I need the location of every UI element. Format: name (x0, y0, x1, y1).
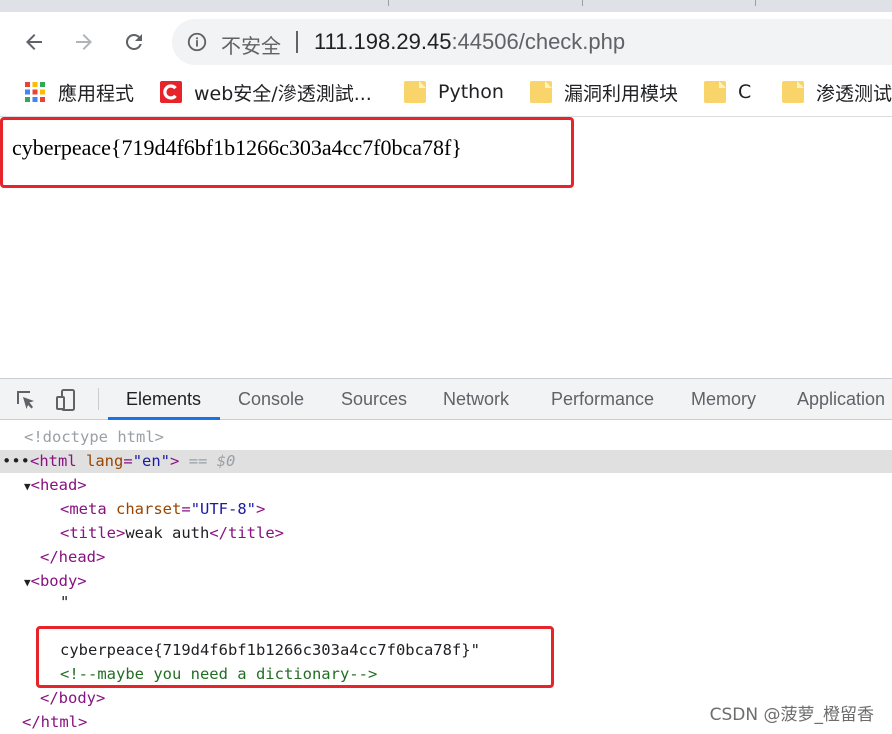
folder-icon (704, 81, 726, 103)
dom-html-node[interactable]: •••<html lang="en"> == $0 (2, 449, 235, 473)
tab-console[interactable]: Console (238, 389, 304, 410)
info-icon[interactable] (186, 31, 208, 53)
bookmark-label: 渗透测试 (816, 82, 892, 105)
folder-icon (404, 81, 426, 103)
bookmark-apps[interactable]: 應用程式 (24, 80, 135, 105)
dom-body-close[interactable]: </body> (40, 686, 105, 710)
elements-panel: <!doctype html> •••<html lang="en"> == $… (0, 420, 892, 733)
toolbar-separator (98, 388, 99, 410)
bookmark-web-security[interactable]: web安全/滲透測試... (160, 80, 372, 105)
tab-application[interactable]: Application (797, 389, 885, 410)
url-host: 111.198.29.45 (314, 29, 452, 54)
tab-sources[interactable]: Sources (341, 389, 407, 410)
back-arrow-icon (26, 34, 42, 50)
inspect-element-icon[interactable] (14, 388, 38, 412)
forward-arrow-icon (76, 34, 92, 50)
bookmarks-bar: 應用程式 web安全/滲透測試... Python 漏洞利用模块 C 渗透测试 (0, 70, 892, 117)
dom-head-node[interactable]: ▼<head> (24, 473, 87, 497)
bookmark-c[interactable]: C (704, 80, 751, 104)
tab-elements[interactable]: Elements (126, 389, 201, 410)
csdn-logo-icon (160, 81, 182, 103)
apps-grid-icon (25, 82, 45, 102)
bookmark-exploit-modules[interactable]: 漏洞利用模块 (530, 80, 679, 105)
forward-button[interactable] (70, 28, 98, 56)
page-content: cyberpeace{719d4f6bf1b1266c303a4cc7f0bca… (0, 117, 892, 378)
url-text[interactable]: 111.198.29.45:44506/check.php (314, 29, 625, 55)
folder-icon (782, 81, 804, 103)
dom-body-node[interactable]: ▼<body> (24, 569, 87, 593)
dom-flag-highlight-box (36, 626, 554, 688)
reload-icon (125, 33, 142, 50)
bookmark-pentest[interactable]: 渗透测试 (782, 80, 892, 105)
dom-html-close[interactable]: </html> (22, 710, 87, 734)
bookmark-label: 漏洞利用模块 (564, 82, 679, 105)
security-label: 不安全 (221, 34, 281, 58)
tab-separator (582, 0, 583, 6)
dom-meta-node[interactable]: <meta charset="UTF-8"> (60, 497, 265, 521)
device-toolbar-icon[interactable] (54, 388, 78, 412)
dom-text-node-open[interactable]: " (60, 590, 69, 614)
selected-marker: == $0 (188, 452, 236, 470)
devtools-tabbar: Elements Console Sources Network Perform… (0, 378, 892, 420)
bookmark-label: 應用程式 (58, 82, 135, 105)
url-path: :44506/check.php (451, 29, 626, 54)
bookmark-label: web安全/滲透測試... (194, 82, 372, 105)
bookmark-label: C (738, 81, 752, 103)
dom-title-node[interactable]: <title>weak auth</title> (60, 521, 284, 545)
back-button[interactable] (20, 28, 48, 56)
folder-icon (530, 81, 552, 103)
tab-separator (388, 0, 389, 6)
address-bar[interactable]: 不安全 111.198.29.45:44506/check.php (172, 19, 892, 65)
bookmark-python[interactable]: Python (404, 80, 504, 104)
tab-separator (755, 0, 756, 6)
reload-button[interactable] (120, 28, 148, 56)
tab-network[interactable]: Network (443, 389, 509, 410)
expand-triangle-icon[interactable]: ▼ (24, 576, 31, 589)
dom-doctype[interactable]: <!doctype html> (24, 425, 164, 449)
browser-toolbar: 不安全 111.198.29.45:44506/check.php (0, 12, 892, 70)
address-divider (296, 31, 298, 53)
tab-memory[interactable]: Memory (691, 389, 756, 410)
dom-head-close[interactable]: </head> (40, 545, 105, 569)
expand-triangle-icon[interactable]: ▼ (24, 480, 31, 493)
csdn-watermark: CSDN @菠萝_橙留香 (709, 705, 874, 725)
tab-performance[interactable]: Performance (551, 389, 654, 410)
tab-strip (0, 0, 892, 12)
bookmark-label: Python (438, 81, 504, 103)
ellipsis-icon[interactable]: ••• (2, 452, 30, 470)
flag-text: cyberpeace{719d4f6bf1b1266c303a4cc7f0bca… (12, 135, 462, 160)
